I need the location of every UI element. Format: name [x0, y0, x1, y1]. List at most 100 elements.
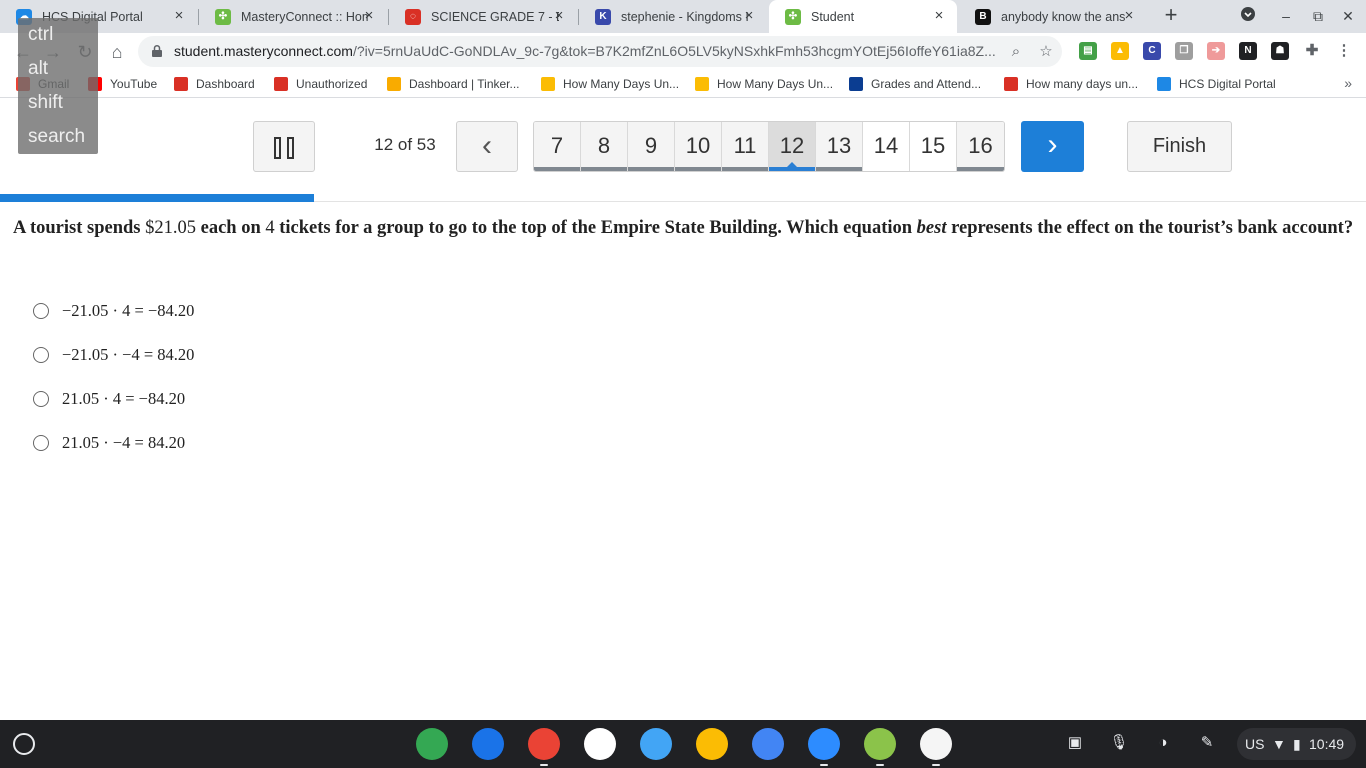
close-tab-icon[interactable]: ×: [551, 8, 567, 24]
answer-choice-b[interactable]: −21.05 · −4 = 84.20: [33, 343, 194, 367]
question-number-15[interactable]: 15: [910, 122, 957, 171]
status-area[interactable]: US ▼ ▮ 10:49: [1237, 728, 1356, 760]
extensions-puzzle-icon[interactable]: ✚: [1303, 42, 1321, 60]
browser-tab[interactable]: Banybody know the ans ×: [959, 0, 1147, 33]
question-number-10[interactable]: 10: [675, 122, 722, 171]
masteryconnect-app-icon[interactable]: [920, 728, 952, 766]
question-navigation-bar: 12 of 53 ‹ 7 8 9 10 11 12 13 14 15 16 › Finish: [0, 98, 1366, 202]
extension-drive-icon[interactable]: ▲: [1111, 42, 1129, 60]
bookmark-star-icon[interactable]: ☆: [1036, 42, 1056, 62]
question-number-7[interactable]: 7: [534, 122, 581, 171]
play-store-app-icon[interactable]: [416, 728, 448, 760]
zoom-app-icon[interactable]: [808, 728, 840, 766]
stylus-icon[interactable]: ✎: [1196, 732, 1218, 754]
bookmark-item[interactable]: Dashboard | Tinker...: [387, 75, 520, 93]
close-tab-icon[interactable]: ×: [1121, 8, 1137, 24]
close-tab-icon[interactable]: ×: [171, 8, 187, 24]
question-number-12[interactable]: 12: [769, 122, 816, 171]
tab-favicon-icon: ✣: [215, 8, 231, 25]
choice-expression: 21.05 · 4 = −84.20: [62, 389, 186, 408]
progress-fill: [0, 194, 315, 202]
question-number-label: 14: [873, 133, 899, 158]
timer-app-icon[interactable]: [864, 728, 896, 766]
extension-new-icon[interactable]: N: [1239, 42, 1257, 60]
bookmark-item[interactable]: Grades and Attend...: [849, 75, 981, 93]
answer-choice-c[interactable]: 21.05 · 4 = −84.20: [33, 387, 185, 411]
launcher-icon[interactable]: [13, 733, 35, 755]
battery-icon: ▮: [1293, 736, 1301, 752]
extension-copy-icon[interactable]: ❐: [1175, 42, 1193, 60]
previous-question-button[interactable]: ‹: [456, 121, 518, 172]
bookmark-item[interactable]: HCS Digital Portal: [1157, 75, 1276, 93]
pause-icon: [274, 137, 281, 159]
tab-title: Student: [811, 9, 855, 24]
radio-button[interactable]: [33, 391, 49, 407]
question-number-13[interactable]: 13: [816, 122, 863, 171]
chrome-app-icon[interactable]: [528, 728, 560, 766]
screen-capture-icon[interactable]: ▣: [1064, 732, 1086, 754]
extension-c-icon[interactable]: C: [1143, 42, 1161, 60]
key-alt: alt: [28, 58, 49, 79]
answer-choice-d[interactable]: 21.05 · −4 = 84.20: [33, 431, 185, 455]
menu-icon[interactable]: ⋮: [1335, 42, 1353, 60]
extension-spy-icon[interactable]: ☗: [1271, 42, 1289, 60]
accessibility-icon[interactable]: ◑: [1152, 732, 1174, 754]
cloud-app-icon[interactable]: [640, 728, 672, 760]
close-window-icon[interactable]: ✕: [1337, 6, 1359, 26]
extension-classroom-icon[interactable]: ▤: [1079, 42, 1097, 60]
bookmark-item[interactable]: YouTube: [88, 75, 157, 93]
bookmark-favicon-icon: [1157, 77, 1171, 91]
keep-app-icon[interactable]: [696, 728, 728, 760]
question-number-label: 7: [550, 133, 564, 158]
browser-tab[interactable]: ◌ SCIENCE GRADE 7 - Bo ×: [389, 0, 577, 33]
question-number-label: 10: [685, 133, 711, 158]
browser-tab[interactable]: ✣ MasteryConnect :: Hom ×: [199, 0, 387, 33]
question-number-9[interactable]: 9: [628, 122, 675, 171]
question-number-label: 9: [644, 133, 658, 158]
restore-icon[interactable]: ⧉: [1307, 6, 1329, 26]
home-icon[interactable]: ⌂: [104, 39, 130, 65]
question-number-8[interactable]: 8: [581, 122, 628, 171]
bookmark-item[interactable]: Unauthorized: [274, 75, 367, 93]
bookmark-item[interactable]: Dashboard: [174, 75, 255, 93]
question-number-16[interactable]: 16: [957, 122, 1004, 171]
close-tab-icon[interactable]: ×: [931, 8, 947, 24]
bookmark-item[interactable]: How Many Days Un...: [695, 75, 833, 93]
bookmark-favicon-icon: [695, 77, 709, 91]
question-number-label: 8: [597, 133, 611, 158]
docs-app-icon[interactable]: [752, 728, 784, 760]
radio-button[interactable]: [33, 435, 49, 451]
lock-icon: [152, 44, 162, 57]
answer-choice-a[interactable]: −21.05 · 4 = −84.20: [33, 299, 194, 323]
answered-indicator: [675, 167, 721, 171]
extension-arrow-icon[interactable]: ➔: [1207, 42, 1225, 60]
microphone-icon[interactable]: 🎙: [1108, 732, 1130, 754]
address-bar[interactable]: student.masteryconnect.com/?iv=5rnUaUdC-…: [138, 36, 1062, 67]
question-number-14[interactable]: 14: [863, 122, 910, 171]
bookmark-item[interactable]: How many days un...: [1004, 75, 1138, 93]
gmail-app-icon[interactable]: [584, 728, 616, 760]
browser-tab[interactable]: Kstephenie - Kingdoms I ×: [579, 0, 767, 33]
bookmark-label: Dashboard | Tinker...: [409, 77, 520, 91]
camera-app-icon[interactable]: [472, 728, 504, 760]
next-question-button[interactable]: ›: [1021, 121, 1084, 172]
answered-indicator: [722, 167, 768, 171]
tab-search-button[interactable]: [1237, 6, 1259, 26]
os-shelf: ▣ 🎙 ◑ ✎ US ▼ ▮ 10:49: [0, 720, 1366, 768]
current-caret-icon: [787, 162, 797, 167]
bookmark-label: How Many Days Un...: [717, 77, 834, 91]
more-bookmarks-icon[interactable]: »: [1344, 75, 1352, 91]
bookmark-item[interactable]: How Many Days Un...: [541, 75, 679, 93]
close-tab-icon[interactable]: ×: [741, 8, 757, 24]
close-tab-icon[interactable]: ×: [361, 8, 377, 24]
zoom-icon[interactable]: ⌕: [1006, 42, 1026, 62]
finish-button[interactable]: Finish: [1127, 121, 1232, 172]
new-tab-button[interactable]: +: [1160, 4, 1182, 28]
question-number-11[interactable]: 11: [722, 122, 769, 171]
minimize-icon[interactable]: –: [1275, 6, 1297, 26]
pause-button[interactable]: [253, 121, 315, 172]
radio-button[interactable]: [33, 347, 49, 363]
browser-tab[interactable]: ✣ Student ×: [769, 0, 957, 33]
quiz-page: 12 of 53 ‹ 7 8 9 10 11 12 13 14 15 16 › Finish A …: [0, 98, 1366, 720]
radio-button[interactable]: [33, 303, 49, 319]
